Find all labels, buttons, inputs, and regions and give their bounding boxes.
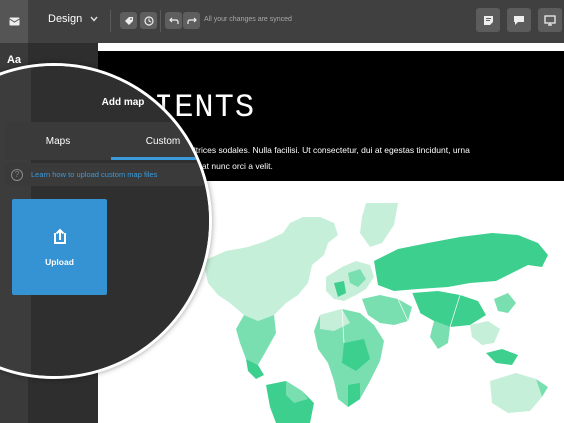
chevron-down-icon [90, 16, 98, 22]
note-icon [483, 15, 493, 25]
redo-icon [186, 17, 197, 24]
upload-help-link[interactable]: Learn how to upload custom map files [31, 170, 157, 179]
tag-button[interactable] [120, 12, 137, 29]
design-dropdown[interactable]: Design [48, 13, 98, 25]
magnified-panel: Add map Maps Custom ? Learn how to uploa… [0, 63, 212, 379]
undo-icon [168, 17, 179, 24]
monitor-icon [544, 14, 556, 26]
envelope-icon [8, 17, 20, 26]
upload-button[interactable]: Upload [12, 199, 107, 295]
comment-icon [514, 15, 524, 25]
tab-maps[interactable]: Maps [5, 122, 111, 160]
redo-button[interactable] [183, 12, 200, 29]
upload-icon [53, 228, 66, 244]
text-tool[interactable]: Aa [0, 54, 28, 66]
undo-button[interactable] [165, 12, 182, 29]
messages-button[interactable] [0, 0, 28, 43]
design-label: Design [48, 13, 83, 25]
help-icon: ? [11, 168, 23, 181]
active-tab-indicator [111, 157, 209, 160]
sync-status: All your changes are synced [204, 16, 292, 23]
tab-custom[interactable]: Custom [111, 122, 209, 160]
toolbar-divider [160, 10, 161, 32]
notes-button[interactable] [476, 8, 500, 32]
panel-title: Add map [101, 97, 145, 108]
clock-icon [143, 15, 154, 26]
toolbar-divider [110, 10, 111, 32]
top-toolbar: Design All your changes are synced [0, 0, 564, 43]
map-tabs: Maps Custom [5, 122, 209, 160]
comments-button[interactable] [507, 8, 531, 32]
app-window: Design All your changes are synced Aa el… [0, 0, 564, 423]
upload-label: Upload [45, 257, 74, 267]
tag-icon [124, 16, 133, 25]
history-button[interactable] [140, 12, 157, 29]
preview-button[interactable] [538, 8, 562, 32]
help-row: ? Learn how to upload custom map files [5, 163, 209, 186]
